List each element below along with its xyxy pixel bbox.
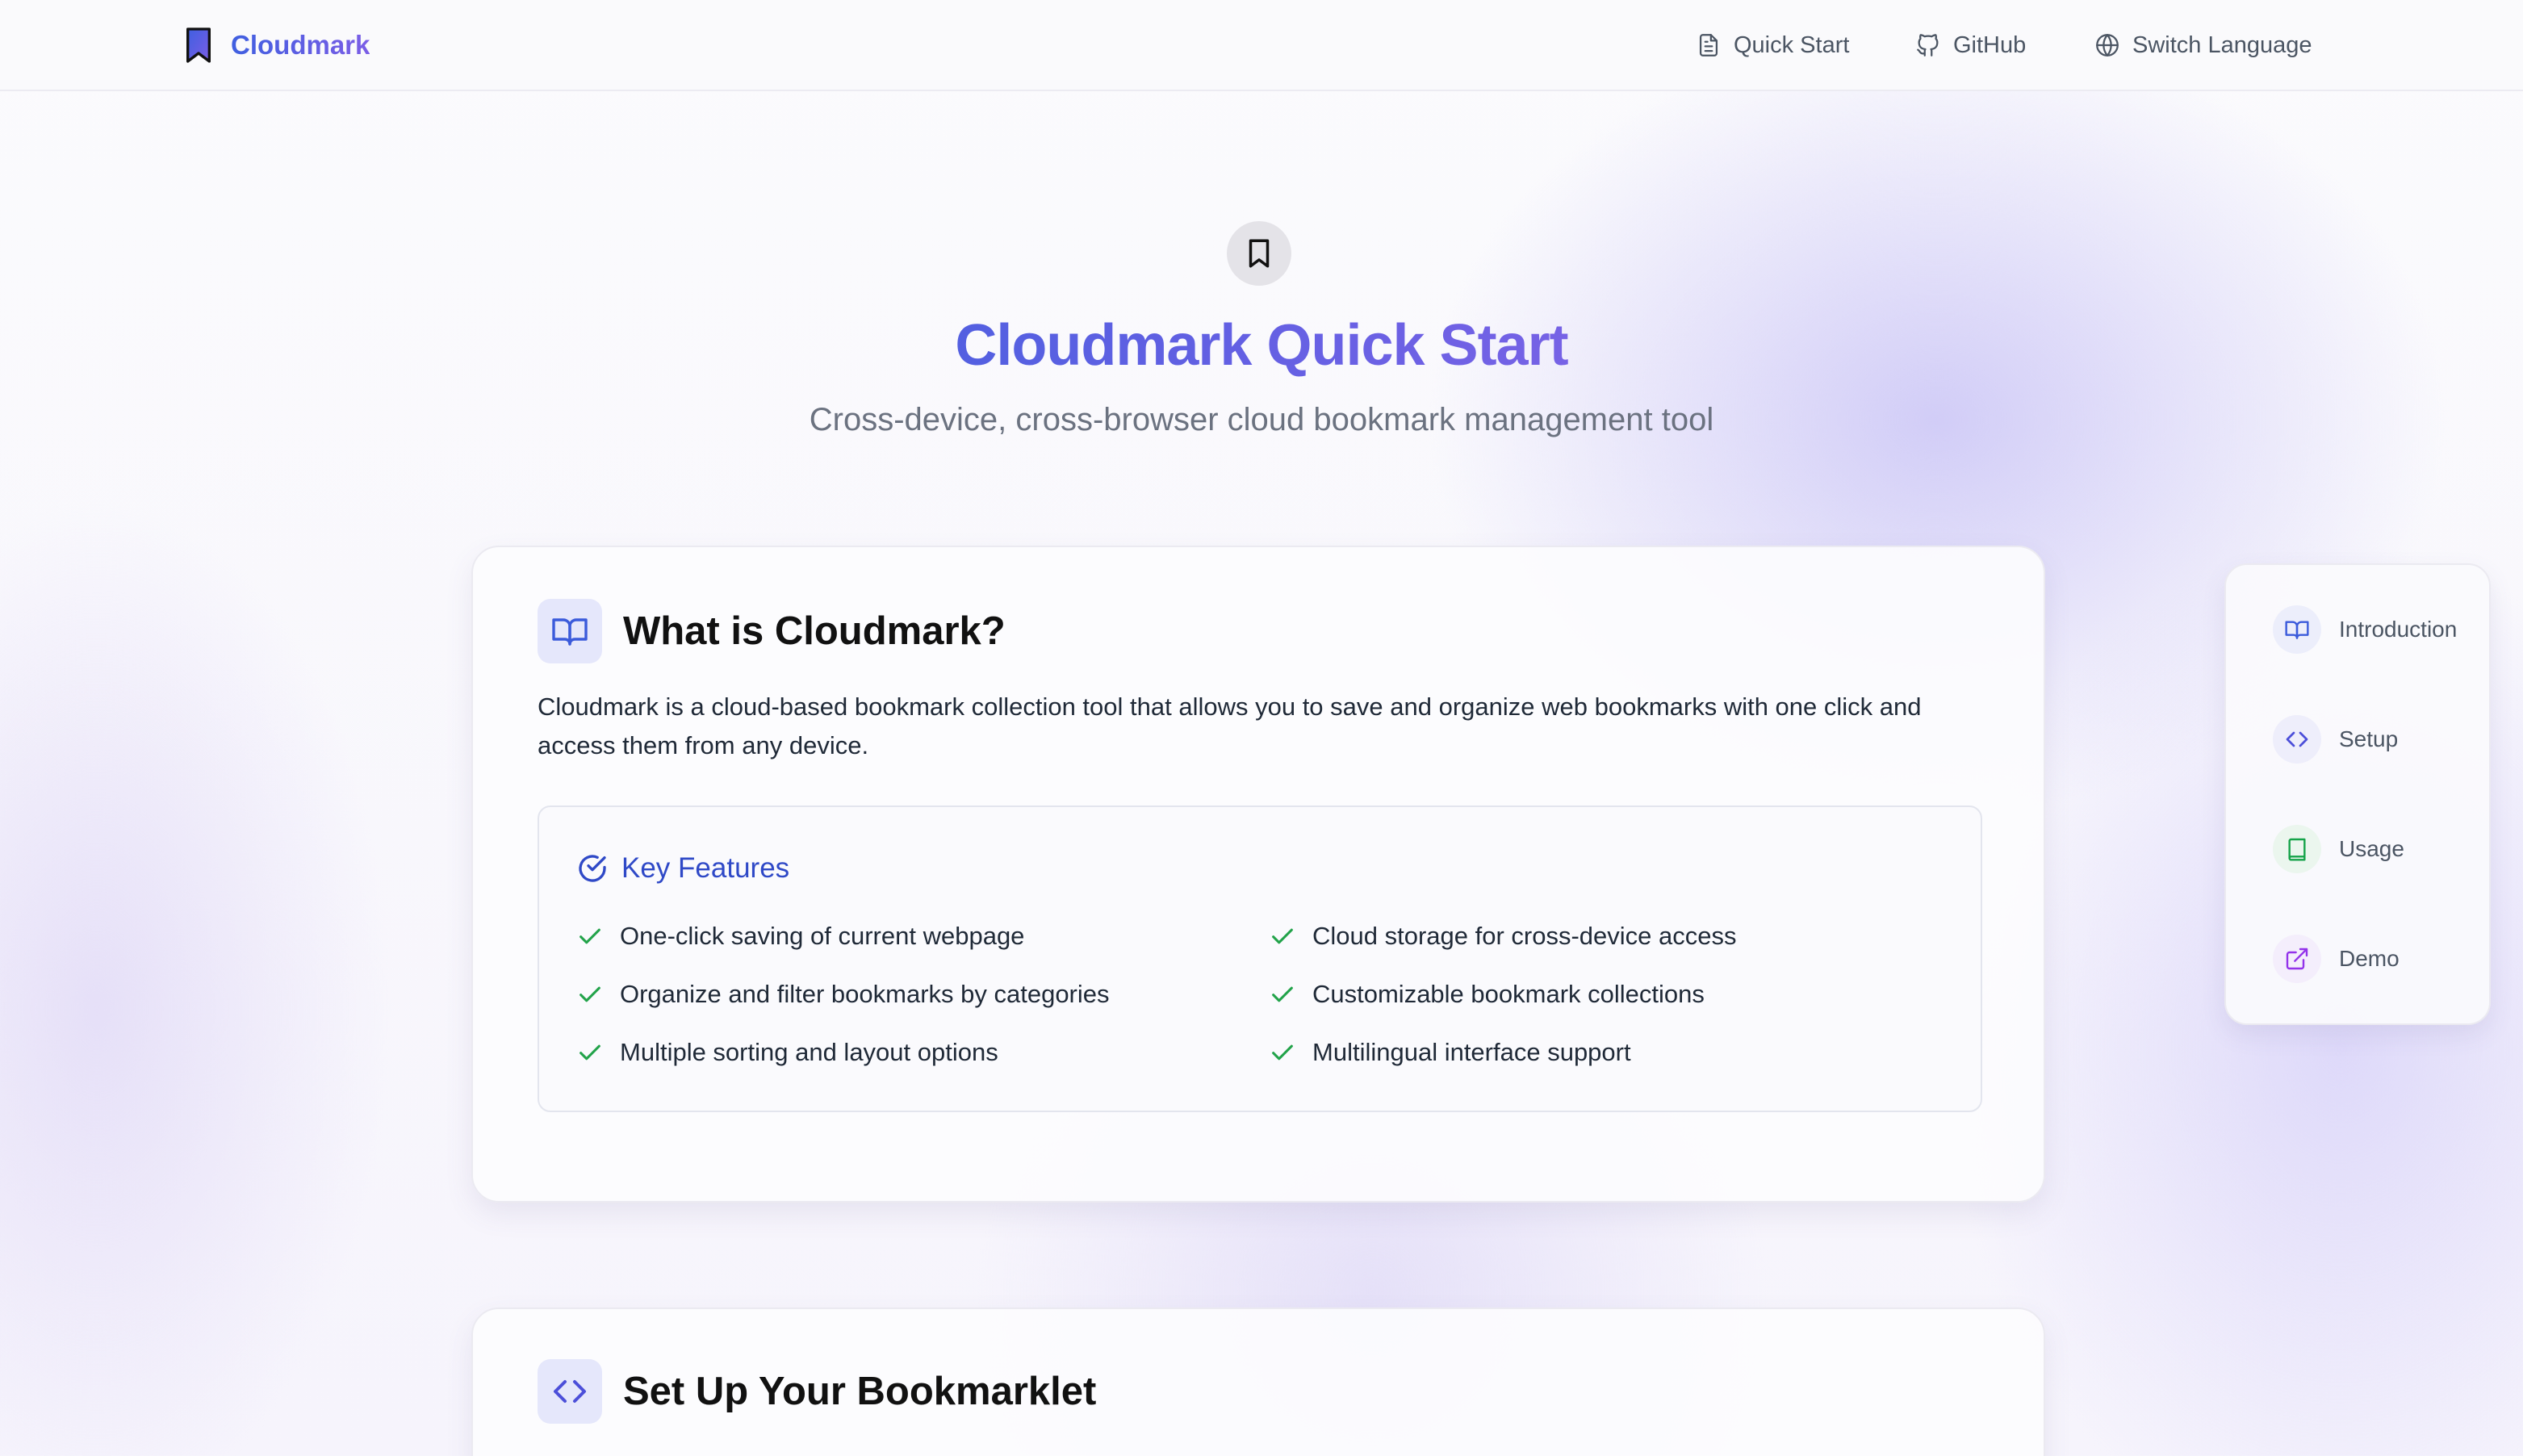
setup-card: Set Up Your Bookmarklet	[471, 1307, 2045, 1456]
feature-item: Multiple sorting and layout options	[576, 1033, 998, 1072]
key-features-box: Key Features One-click saving of current…	[538, 805, 1982, 1112]
sidenav-item-usage[interactable]: Usage	[2273, 823, 2404, 875]
nav-quick-start[interactable]: Quick Start	[1695, 24, 1849, 66]
key-features-title: Key Features	[621, 852, 790, 884]
feature-item: Customizable bookmark collections	[1269, 975, 1705, 1014]
nav-github[interactable]: GitHub	[1914, 24, 2026, 66]
sidenav-icon-wrap	[2273, 605, 2321, 654]
check-icon	[1272, 928, 1293, 944]
feature-label: Customizable bookmark collections	[1312, 980, 1705, 1008]
feature-item: Organize and filter bookmarks by categor…	[576, 975, 1110, 1014]
book-open-icon	[2285, 621, 2309, 639]
globe-icon	[2096, 34, 2119, 56]
code-icon	[554, 1380, 586, 1403]
page-subtitle: Cross-device, cross-browser cloud bookma…	[809, 402, 1714, 437]
sidenav-icon-wrap	[2273, 825, 2321, 873]
check-icon	[579, 986, 600, 1002]
sidenav-item-label: Setup	[2339, 726, 2399, 751]
intro-description: Cloudmark is a cloud-based bookmark coll…	[538, 692, 1922, 759]
feature-item: Multilingual interface support	[1269, 1033, 1631, 1072]
bookmark-icon	[186, 27, 211, 63]
feature-item: One-click saving of current webpage	[576, 917, 1024, 956]
brand-logo-link[interactable]: Cloudmark	[182, 26, 370, 65]
nav-quick-start-label: Quick Start	[1734, 31, 1850, 58]
feature-label: One-click saving of current webpage	[620, 922, 1025, 950]
sidenav-icon-wrap	[2273, 935, 2321, 983]
top-header: Cloudmark Quick Start GitHub Switch Lang…	[0, 0, 2523, 91]
sidenav-item-label: Usage	[2339, 836, 2404, 861]
sidenav-item-label: Introduction	[2339, 617, 2458, 642]
setup-title: Set Up Your Bookmarklet	[623, 1370, 1097, 1413]
setup-icon-tile	[538, 1359, 602, 1424]
code-icon	[2286, 731, 2308, 747]
book-icon	[2288, 838, 2306, 861]
nav-switch-language[interactable]: Switch Language	[2094, 24, 2312, 66]
sidenav-item-label: Demo	[2339, 946, 2400, 971]
hero-bookmark-badge	[1227, 221, 1291, 286]
feature-label: Multilingual interface support	[1312, 1038, 1631, 1066]
check-icon	[1272, 1044, 1293, 1061]
brand-name: Cloudmark	[231, 30, 370, 60]
github-icon	[1917, 34, 1939, 56]
nav-github-label: GitHub	[1953, 31, 2027, 58]
sidenav-item-demo[interactable]: Demo	[2273, 933, 2400, 985]
sidenav-icon-wrap	[2273, 715, 2321, 764]
check-icon	[579, 1044, 600, 1061]
intro-card: What is Cloudmark? Cloudmark is a cloud-…	[471, 546, 2045, 1203]
book-open-icon	[552, 618, 588, 646]
feature-item: Cloud storage for cross-device access	[1269, 917, 1737, 956]
check-icon	[579, 928, 600, 944]
external-link-icon	[2286, 948, 2308, 970]
nav-switch-language-label: Switch Language	[2132, 31, 2312, 58]
setup-card-header: Set Up Your Bookmarklet	[538, 1359, 1096, 1424]
page-title: Cloudmark Quick Start	[0, 307, 2523, 384]
check-circle-icon	[579, 855, 606, 882]
key-features-header: Key Features	[576, 849, 789, 888]
check-icon	[1272, 986, 1293, 1002]
intro-card-header: What is Cloudmark?	[538, 599, 1006, 663]
intro-icon-tile	[538, 599, 602, 663]
feature-label: Organize and filter bookmarks by categor…	[620, 980, 1110, 1008]
bookmark-icon	[1249, 239, 1270, 268]
sidenav-item-setup[interactable]: Setup	[2273, 713, 2398, 765]
document-icon	[1699, 34, 1718, 56]
feature-label: Cloud storage for cross-device access	[1312, 922, 1737, 950]
section-sidenav: Introduction Setup Usage Demo	[2224, 563, 2491, 1025]
feature-label: Multiple sorting and layout options	[620, 1038, 998, 1066]
intro-title: What is Cloudmark?	[623, 609, 1006, 653]
sidenav-item-introduction[interactable]: Introduction	[2273, 604, 2457, 655]
